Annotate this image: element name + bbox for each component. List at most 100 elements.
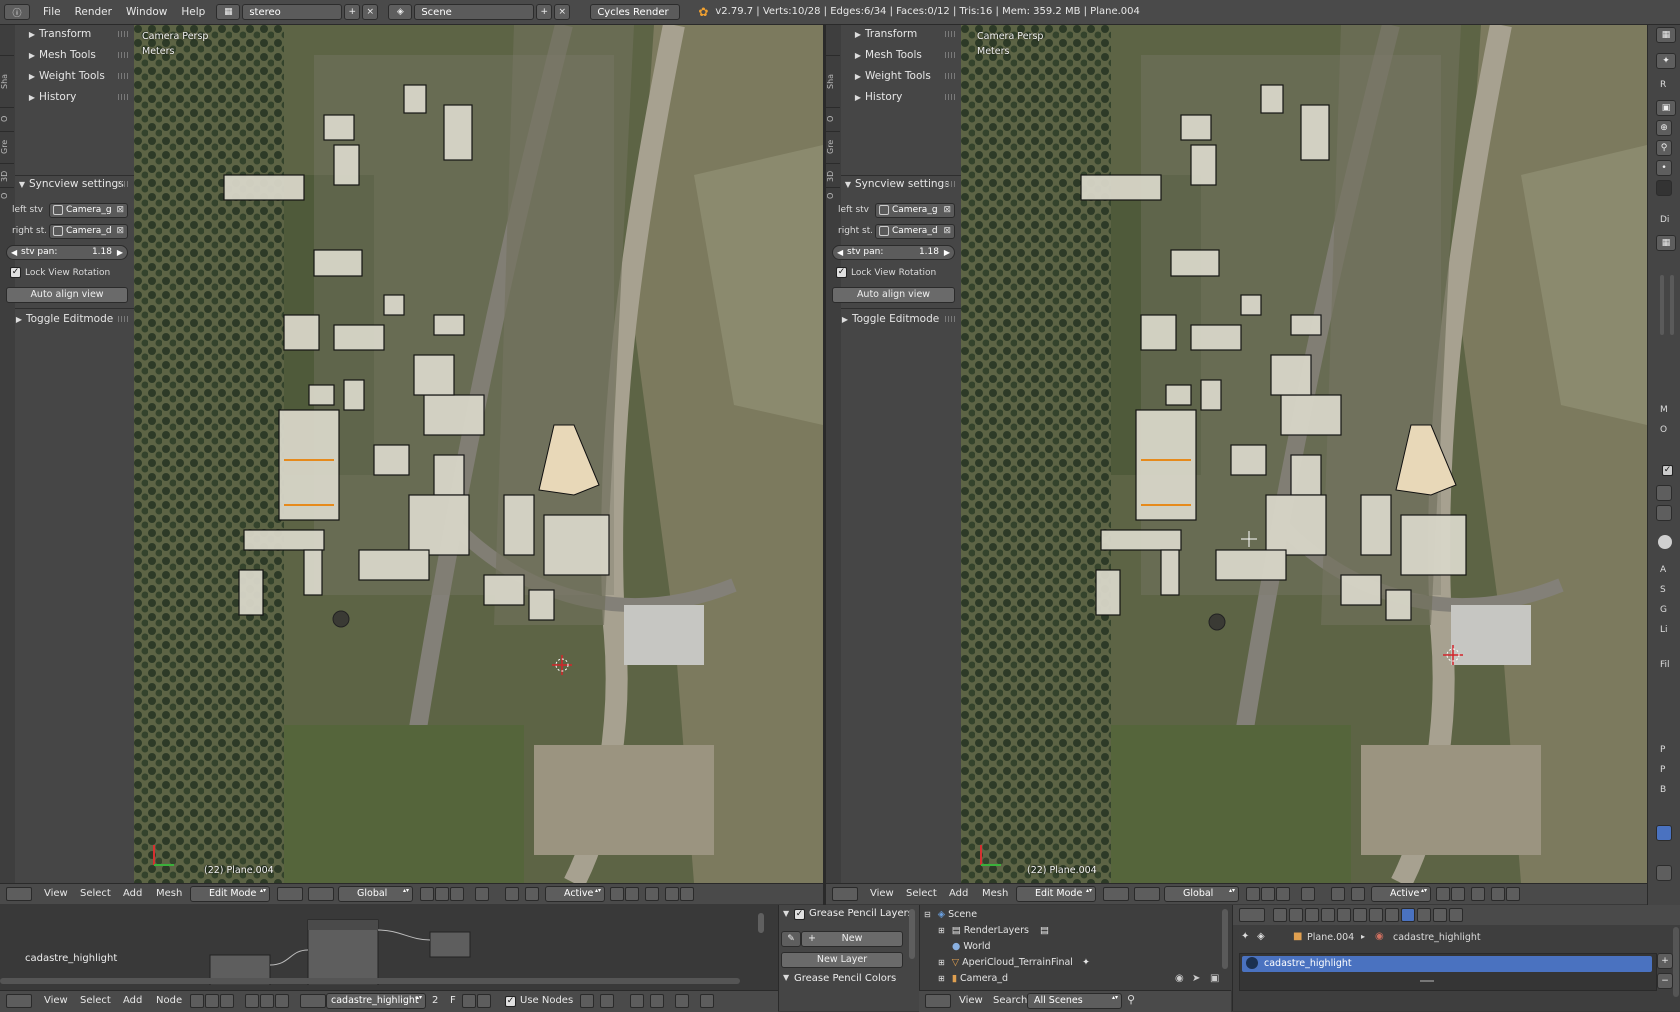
menu-mesh[interactable]: Mesh bbox=[156, 884, 182, 904]
left-3d-viewport[interactable]: Camera Persp Meters (22) Plane.004 bbox=[134, 25, 823, 883]
panel-r-label[interactable]: R bbox=[1660, 80, 1666, 90]
shading-icon[interactable] bbox=[1656, 505, 1672, 521]
auto-align-view-button[interactable]: Auto align view bbox=[832, 287, 955, 303]
panel-history[interactable]: ▶ History bbox=[851, 88, 902, 106]
tab-3d[interactable]: 3D bbox=[0, 163, 14, 188]
lock-view-rotation-checkbox[interactable]: ✓ bbox=[836, 267, 847, 278]
right-stv-camera-field[interactable]: Camera_d ⊠ bbox=[875, 224, 955, 239]
scrollbar[interactable] bbox=[909, 909, 915, 959]
drag-grip-icon[interactable] bbox=[118, 73, 128, 79]
vertex-select-icon[interactable] bbox=[420, 887, 434, 901]
lock-view-rotation-checkbox[interactable]: ✓ bbox=[10, 267, 21, 278]
menu-add[interactable]: Add bbox=[949, 884, 968, 904]
panel-mesh-tools[interactable]: ▶ Mesh Tools bbox=[851, 46, 922, 64]
drag-grip-icon[interactable] bbox=[118, 316, 128, 322]
toggle-checkbox[interactable]: ✓ bbox=[1662, 465, 1673, 476]
constraints-tab-icon[interactable] bbox=[1353, 908, 1367, 922]
menu-help[interactable]: Help bbox=[174, 0, 212, 24]
tab-shading[interactable]: Sha bbox=[0, 55, 14, 106]
drag-grip-icon[interactable] bbox=[118, 31, 128, 37]
occlude-geometry-icon[interactable] bbox=[475, 887, 489, 901]
editor-type-icon[interactable] bbox=[1239, 908, 1265, 922]
viewport-shading-icon[interactable] bbox=[1103, 887, 1129, 901]
editor-type-icon[interactable] bbox=[832, 887, 858, 901]
panel-transform[interactable]: ▶ Transform bbox=[25, 25, 91, 43]
render-layers-tab-icon[interactable] bbox=[1289, 908, 1303, 922]
panel-transform[interactable]: ▶ Transform bbox=[851, 25, 917, 43]
clear-icon[interactable]: ⊠ bbox=[943, 225, 951, 238]
add-slot-icon[interactable]: + bbox=[1657, 953, 1673, 969]
display-mode-select[interactable]: All Scenes bbox=[1027, 993, 1122, 1009]
render-icon[interactable] bbox=[645, 887, 659, 901]
remove-screen-icon[interactable]: × bbox=[362, 4, 379, 20]
scrollbar[interactable] bbox=[758, 913, 764, 933]
menu-view[interactable]: View bbox=[959, 991, 983, 1011]
grease-pencil-enable-checkbox[interactable]: ✓ bbox=[794, 909, 805, 920]
tool-icon[interactable] bbox=[1656, 865, 1672, 881]
panel-s-label[interactable]: S bbox=[1660, 585, 1666, 595]
snap-icon[interactable] bbox=[1351, 887, 1365, 901]
texture-type-icon[interactable] bbox=[220, 994, 234, 1008]
tab-options[interactable]: O bbox=[0, 107, 14, 130]
panel-mesh-tools[interactable]: ▶ Mesh Tools bbox=[25, 46, 96, 64]
panel-g-label[interactable]: G bbox=[1660, 605, 1667, 615]
tab-3d[interactable]: 3D bbox=[826, 163, 840, 188]
left-stv-camera-field[interactable]: Camera_g ⊠ bbox=[49, 203, 128, 218]
expand-icon[interactable]: ⊞ bbox=[938, 926, 945, 935]
outliner-row-scene[interactable]: ⊟ ◈ Scene bbox=[924, 907, 1224, 923]
snap-target-select[interactable]: Active bbox=[1371, 886, 1431, 902]
shading-icon[interactable] bbox=[1656, 485, 1672, 501]
snap-option-icon[interactable] bbox=[625, 887, 639, 901]
remove-slot-icon[interactable]: − bbox=[1657, 973, 1673, 989]
object-shader-icon[interactable] bbox=[245, 994, 259, 1008]
panel-history[interactable]: ▶ History bbox=[25, 88, 76, 106]
render-icon[interactable] bbox=[1471, 887, 1485, 901]
tab-grease-pencil[interactable]: Gre bbox=[0, 131, 14, 162]
expand-icon[interactable]: ⊞ bbox=[938, 974, 945, 983]
drag-grip-icon[interactable] bbox=[945, 73, 955, 79]
scene-tab-icon[interactable] bbox=[1305, 908, 1319, 922]
editor-type-icon[interactable] bbox=[925, 994, 951, 1008]
tab-other[interactable]: O bbox=[826, 187, 840, 204]
world-tab-icon[interactable] bbox=[1321, 908, 1335, 922]
add-scene-icon[interactable]: + bbox=[536, 4, 553, 20]
menu-select[interactable]: Select bbox=[906, 884, 937, 904]
fake-user-toggle[interactable]: F bbox=[450, 991, 456, 1011]
snap-icon[interactable] bbox=[525, 887, 539, 901]
scroll-slider[interactable] bbox=[1670, 275, 1674, 335]
cursor-icon[interactable]: ⊕ bbox=[1656, 120, 1672, 136]
menu-add[interactable]: Add bbox=[123, 884, 142, 904]
drag-grip-icon[interactable] bbox=[945, 316, 955, 322]
world-shader-icon[interactable] bbox=[260, 994, 274, 1008]
expanded-triangle-icon[interactable]: ▼ bbox=[783, 909, 789, 918]
drag-grip-icon[interactable] bbox=[118, 52, 128, 58]
camera-render-icon[interactable] bbox=[1491, 887, 1505, 901]
drag-grip-icon[interactable] bbox=[945, 94, 955, 100]
material-slot-row[interactable]: cadastre_highlight bbox=[1242, 956, 1652, 972]
increment-arrow-icon[interactable]: ▶ bbox=[944, 246, 950, 259]
menu-add[interactable]: Add bbox=[123, 991, 142, 1011]
display-toggle-icon[interactable] bbox=[1656, 180, 1672, 196]
backdrop-icon[interactable] bbox=[580, 994, 594, 1008]
clear-icon[interactable]: ⊠ bbox=[116, 204, 124, 217]
render-tab-icon[interactable] bbox=[1273, 908, 1287, 922]
mode-select[interactable]: Edit Mode bbox=[1016, 886, 1096, 902]
physics-tab-icon[interactable] bbox=[1449, 908, 1463, 922]
panel-fil-label[interactable]: Fil bbox=[1660, 660, 1670, 670]
menu-view[interactable]: View bbox=[44, 991, 68, 1011]
new-layer-button[interactable]: New Layer bbox=[781, 952, 903, 968]
editor-type-icon[interactable] bbox=[6, 887, 32, 901]
lock-icon[interactable]: ⚲ bbox=[1656, 140, 1672, 156]
scrollbar[interactable] bbox=[1673, 927, 1679, 997]
pin-icon[interactable]: ✦ bbox=[1241, 931, 1249, 942]
snap-node-icon[interactable] bbox=[600, 994, 614, 1008]
increment-arrow-icon[interactable]: ▶ bbox=[117, 246, 123, 259]
search-icon[interactable]: ⚲ bbox=[1127, 994, 1141, 1008]
proportional-edit-icon[interactable] bbox=[505, 887, 519, 901]
render-anim-icon[interactable] bbox=[680, 887, 694, 901]
use-nodes-checkbox[interactable]: ✓ bbox=[505, 996, 516, 1007]
outliner-row-renderlayers[interactable]: ⊞ ▤ RenderLayers ▤ bbox=[938, 923, 1218, 939]
drag-grip-icon[interactable] bbox=[945, 181, 955, 187]
add-screen-icon[interactable]: + bbox=[344, 4, 361, 20]
texture-tab-icon[interactable] bbox=[1417, 908, 1431, 922]
